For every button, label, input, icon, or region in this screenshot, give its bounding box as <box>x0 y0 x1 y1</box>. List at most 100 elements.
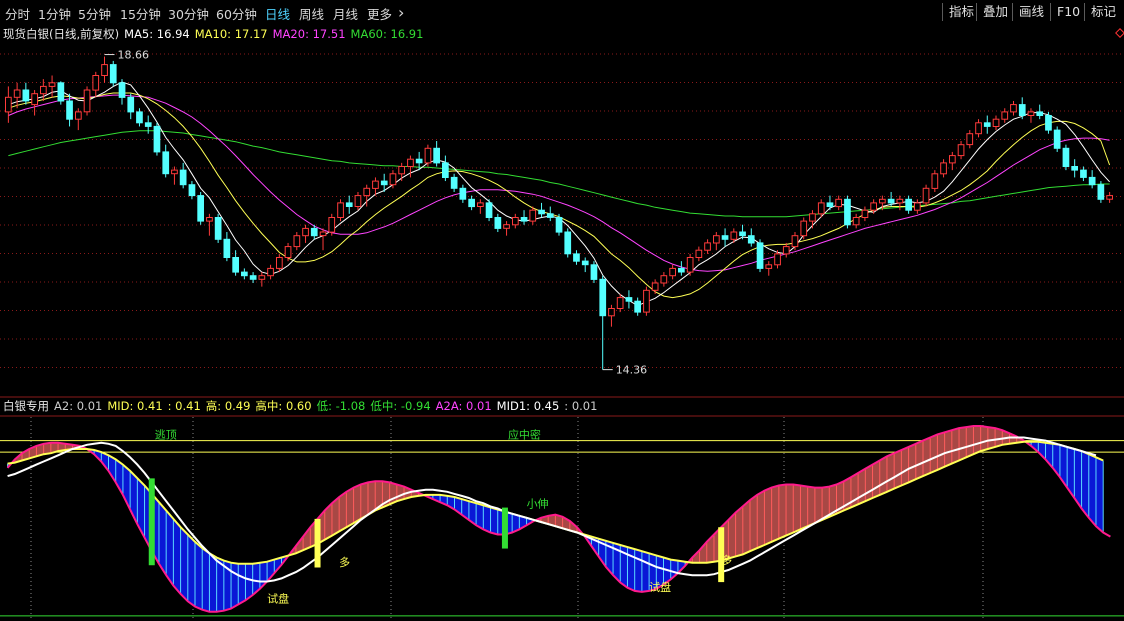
band-up-area <box>778 484 787 540</box>
min-price-label: 14.36 <box>616 364 648 377</box>
candle <box>817 202 825 215</box>
legend-colon: : <box>328 399 336 413</box>
band-up-area <box>980 425 989 452</box>
candle <box>1001 111 1009 120</box>
legend-colon: : <box>129 399 138 413</box>
candle <box>13 89 21 98</box>
band-down-area <box>230 562 239 610</box>
period-tab-6[interactable]: 日线 <box>265 4 290 23</box>
period-tab-4[interactable]: 30分钟 <box>168 4 209 23</box>
legend-name: MID <box>107 399 130 413</box>
candle <box>503 224 510 229</box>
toolbar-button-3[interactable]: F10 <box>1050 3 1086 21</box>
band-down-area <box>1088 453 1097 527</box>
band-up-area <box>951 427 960 464</box>
candle <box>433 147 440 164</box>
period-tab-9[interactable]: 更多 <box>367 4 392 23</box>
candle <box>197 195 205 222</box>
band-down-area <box>490 507 498 535</box>
legend-colon: : <box>69 399 77 413</box>
candle <box>232 257 240 273</box>
candle <box>966 133 974 146</box>
candle <box>1010 104 1017 113</box>
band-up-area <box>944 429 953 468</box>
candle <box>494 217 502 229</box>
signal-label: 应中密 <box>508 428 541 442</box>
legend-item: MA20: 17.51 <box>273 27 346 41</box>
candle <box>957 144 965 157</box>
legend-item: A2A: 0.01 <box>436 399 492 413</box>
period-tab-3[interactable]: 15分钟 <box>120 4 161 23</box>
indicator-legend: 白银专用 A2: 0.01 MID: 0.41: 0.41 高: 0.49 高中: 0.… <box>3 398 597 414</box>
legend-name: 低 <box>316 399 329 413</box>
candle <box>1106 195 1114 200</box>
legend-value: 16.94 <box>156 27 190 41</box>
candle <box>389 173 397 186</box>
candle <box>31 93 38 106</box>
band-up-area <box>937 431 945 471</box>
toolbar-button-0[interactable]: 指标 <box>942 3 980 21</box>
period-tab-2[interactable]: 5分钟 <box>78 4 111 23</box>
period-tab-0[interactable]: 分时 <box>5 4 30 23</box>
band-down-area <box>187 533 196 608</box>
candle <box>1027 111 1035 117</box>
candle <box>992 118 1000 127</box>
legend-colon: : <box>149 27 157 41</box>
candle <box>127 96 135 113</box>
band-down-area <box>201 547 210 613</box>
kline-legend: 现货白银(日线,前复权) MA5: 16.94 MA10: 17.17 MA20: 1… <box>3 26 423 42</box>
candle <box>407 158 414 167</box>
candle <box>660 275 668 284</box>
legend-colon: : <box>526 399 534 413</box>
period-tab-1[interactable]: 1分钟 <box>38 4 71 23</box>
candle <box>276 257 283 269</box>
band-up-area <box>973 425 981 455</box>
legend-value: -0.94 <box>400 399 431 413</box>
candle <box>92 75 100 91</box>
candle <box>57 82 65 102</box>
candle <box>319 231 327 237</box>
period-tab-8[interactable]: 月线 <box>333 4 358 23</box>
legend-colon: : <box>458 399 467 413</box>
band-down-area <box>627 546 635 592</box>
annotation-label: 小伸 <box>527 497 549 510</box>
band-up-area <box>922 437 931 477</box>
candle <box>520 217 528 222</box>
legend-name: A2 <box>54 399 70 413</box>
candle <box>643 289 650 313</box>
candle <box>468 198 475 208</box>
period-tab-5[interactable]: 60分钟 <box>216 4 257 23</box>
band-up-area <box>764 487 772 546</box>
toolbar-button-4[interactable]: 标记 <box>1084 3 1122 21</box>
candle <box>118 82 126 98</box>
candle <box>713 235 720 244</box>
annotation-label: 试盘 <box>267 591 289 605</box>
band-up-area <box>749 494 758 552</box>
candle <box>512 217 519 226</box>
period-tab-7[interactable]: 周线 <box>299 4 324 23</box>
legend-item: MA10: 17.17 <box>195 27 268 41</box>
candle <box>861 209 869 218</box>
candle <box>931 173 939 189</box>
toolbar-button-2[interactable]: 画线 <box>1012 3 1050 21</box>
candle <box>625 297 633 302</box>
legend-item: MA60: 16.91 <box>351 27 424 41</box>
signal-bar <box>148 478 155 566</box>
candle <box>1071 166 1079 171</box>
max-price-label: 18.66 <box>118 49 150 62</box>
toolbar-button-1[interactable]: 叠加 <box>976 3 1014 21</box>
band-up-area <box>338 491 347 532</box>
legend-value: 0.49 <box>224 399 251 413</box>
candle <box>721 235 729 240</box>
candle <box>398 166 405 175</box>
band-up-area <box>353 484 362 524</box>
legend-value: 0.01 <box>466 399 492 413</box>
chevron-right-icon[interactable]: › <box>398 3 404 22</box>
band-up-area <box>901 446 909 486</box>
candle <box>293 235 301 248</box>
candle <box>415 158 423 164</box>
candle <box>477 202 484 207</box>
candle <box>241 271 248 277</box>
candle <box>459 187 467 200</box>
signal-label: 逃顶 <box>155 429 177 442</box>
